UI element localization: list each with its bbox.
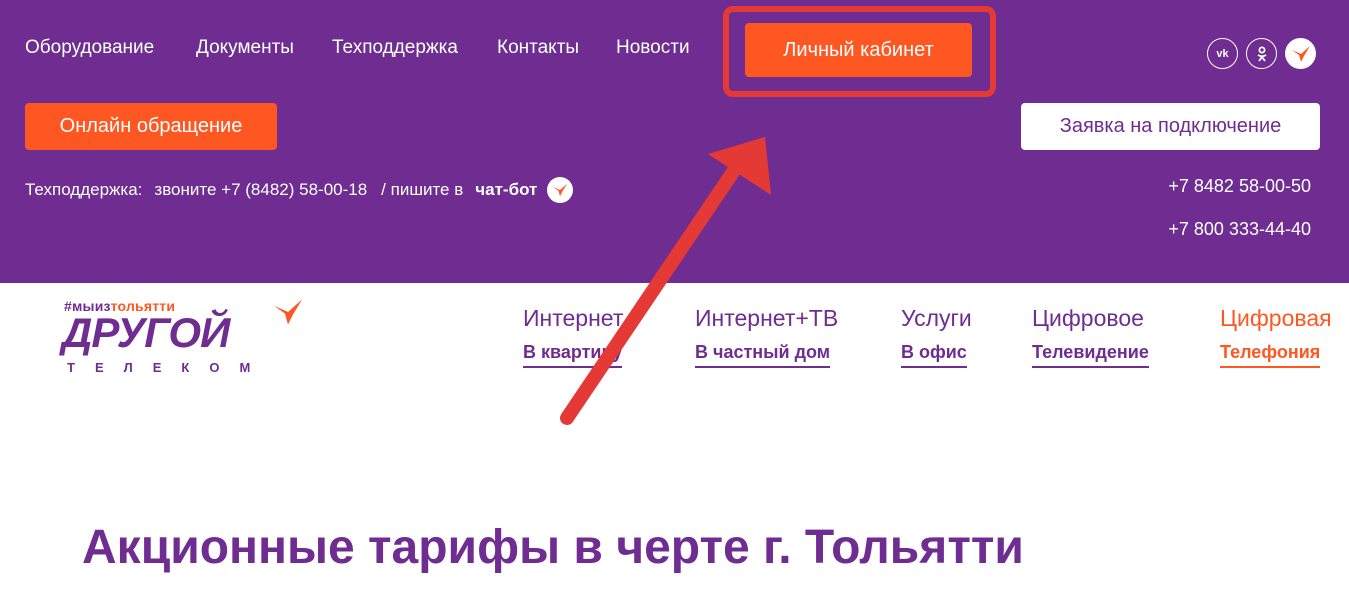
service-office[interactable]: Услуги В офис: [901, 305, 972, 368]
nav-documents[interactable]: Документы: [196, 37, 294, 59]
online-request-button[interactable]: Онлайн обращение: [25, 103, 277, 150]
nav-support[interactable]: Техподдержка: [332, 37, 458, 59]
support-call-link[interactable]: звоните +7 (8482) 58-00-18: [154, 180, 367, 200]
top-header: Оборудование Документы Техподдержка Конт…: [0, 0, 1349, 283]
odnoklassniki-glyph: [1257, 46, 1266, 62]
phone-local[interactable]: +7 8482 58-00-50: [1168, 176, 1311, 197]
phone-tollfree[interactable]: +7 800 333-44-40: [1168, 219, 1311, 240]
logo-bird-icon: [274, 299, 302, 325]
vk-icon-label: vk: [1216, 47, 1229, 60]
nav-contacts[interactable]: Контакты: [497, 37, 579, 59]
logo-subtitle: ТЕЛЕКОМ: [67, 360, 271, 375]
service-digital-tv[interactable]: Цифровое Телевидение: [1032, 305, 1149, 368]
vk-icon[interactable]: vk: [1207, 38, 1238, 69]
nav-equipment[interactable]: Оборудование: [25, 37, 154, 59]
service-internet-tv-house[interactable]: Интернет+ТВ В частный дом: [695, 305, 838, 368]
page-title: Акционные тарифы в черте г. Тольятти: [82, 521, 1024, 574]
chatbot-link[interactable]: чат-бот: [475, 180, 537, 200]
support-line: Техподдержка: звоните +7 (8482) 58-00-18…: [25, 177, 574, 203]
service-digital-phone[interactable]: Цифровая Телефония: [1220, 305, 1332, 368]
nav-news[interactable]: Новости: [616, 37, 690, 59]
personal-account-button[interactable]: Личный кабинет: [745, 23, 972, 77]
bird-icon[interactable]: [1285, 38, 1316, 69]
logo-wordmark: ДРУГОЙ: [62, 309, 230, 356]
chatbot-bird-icon[interactable]: [547, 177, 574, 203]
service-internet-apartment[interactable]: Интернет В квартиру: [523, 305, 623, 368]
company-logo[interactable]: #мыизтольятти ДРУГОЙ ТЕЛЕКОМ: [62, 296, 322, 381]
support-label: Техподдержка:: [25, 180, 143, 199]
connect-request-button[interactable]: Заявка на подключение: [1021, 103, 1320, 150]
support-write-text: / пишите в: [381, 180, 464, 199]
odnoklassniki-icon[interactable]: [1246, 38, 1277, 69]
